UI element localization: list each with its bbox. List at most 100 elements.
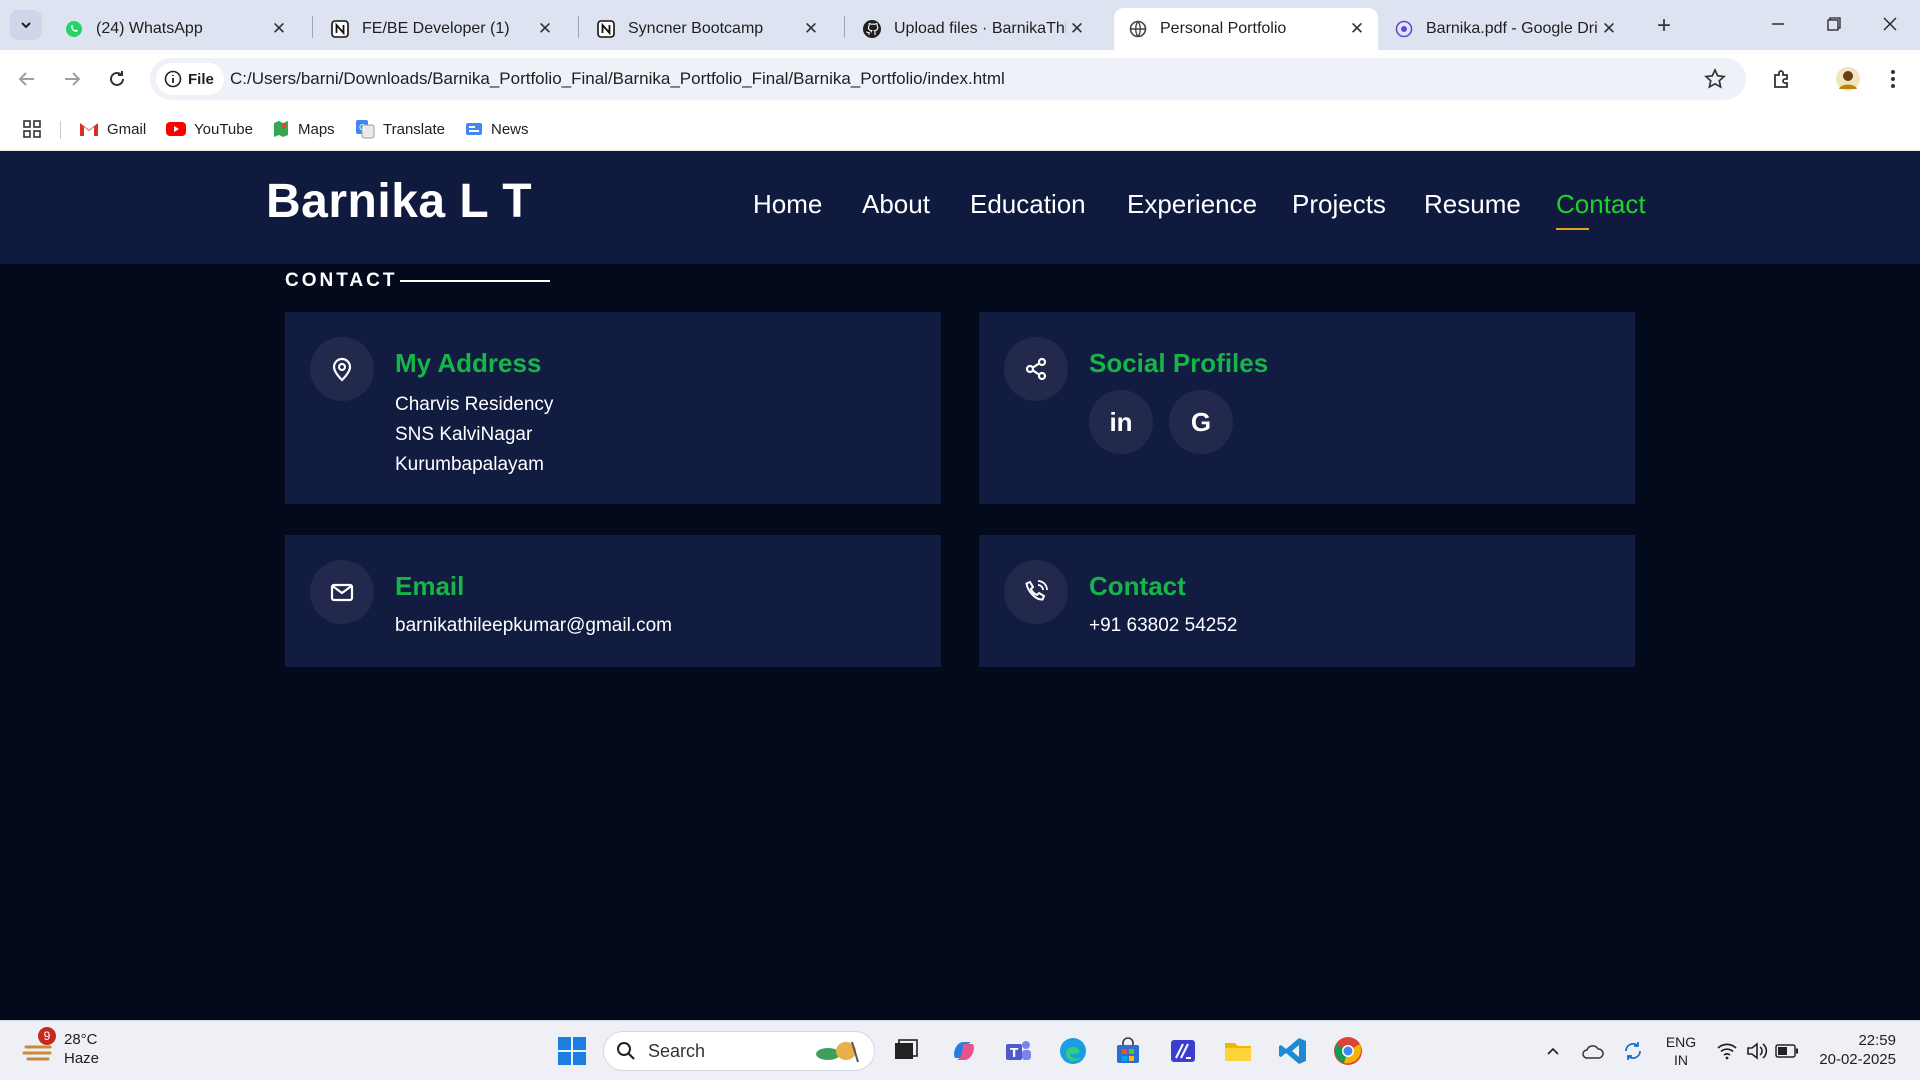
close-icon[interactable]: ✕ <box>268 18 290 40</box>
language-indicator[interactable]: ENG IN <box>1660 1031 1702 1071</box>
location-pin-icon <box>310 337 374 401</box>
edge-app[interactable] <box>1053 1031 1093 1071</box>
tab-personal-portfolio[interactable]: Personal Portfolio ✕ <box>1114 8 1378 50</box>
arrow-right-icon <box>65 72 81 86</box>
language-region: IN <box>1674 1052 1688 1068</box>
tab-whatsapp[interactable]: (24) WhatsApp ✕ <box>50 8 300 50</box>
extensions-button[interactable] <box>1767 64 1797 94</box>
site-info-chip[interactable]: File <box>156 63 224 95</box>
nav-experience[interactable]: Experience <box>1127 189 1257 220</box>
nav-about[interactable]: About <box>862 189 930 220</box>
translate-icon: G <box>356 120 375 139</box>
address-line: Charvis Residency <box>395 394 554 415</box>
close-icon[interactable]: ✕ <box>534 18 556 40</box>
close-icon[interactable]: ✕ <box>1066 18 1088 40</box>
browser-menu-button[interactable] <box>1878 64 1908 94</box>
nav-resume[interactable]: Resume <box>1424 189 1521 220</box>
system-clock[interactable]: 22:59 20-02-2025 <box>1800 1031 1896 1069</box>
maps-icon <box>274 121 288 137</box>
new-tab-button[interactable]: + <box>1650 12 1678 40</box>
address-bar[interactable]: File C:/Users/barni/Downloads/Barnika_Po… <box>150 58 1746 100</box>
tab-strip: (24) WhatsApp ✕ FE/BE Developer (1) ✕ Sy… <box>0 0 1920 50</box>
kebab-menu-icon <box>1891 70 1895 88</box>
tab-syncner-bootcamp[interactable]: Syncner Bootcamp ✕ <box>582 8 832 50</box>
battery-tray[interactable] <box>1772 1031 1802 1071</box>
share-icon <box>1004 337 1068 401</box>
bookmark-maps[interactable]: Maps <box>272 116 335 142</box>
google-icon[interactable]: G <box>1169 390 1233 454</box>
tab-title: (24) WhatsApp <box>96 20 203 37</box>
reload-icon <box>110 71 124 86</box>
start-button[interactable] <box>552 1031 592 1071</box>
bookmarks-bar: Gmail YouTube Maps G Translate News <box>0 108 1920 151</box>
file-explorer-app[interactable] <box>1218 1031 1258 1071</box>
tab-google-drive[interactable]: Barnika.pdf - Google Drive ✕ <box>1380 8 1630 50</box>
tab-github-upload[interactable]: Upload files · BarnikaThileepKumar ✕ <box>848 8 1098 50</box>
nav-projects[interactable]: Projects <box>1292 189 1386 220</box>
bookmark-gmail[interactable]: Gmail <box>79 116 146 142</box>
battery-icon <box>1775 1044 1798 1058</box>
vscode-icon <box>1279 1038 1306 1064</box>
apps-button[interactable] <box>22 116 42 142</box>
bookmark-youtube[interactable]: YouTube <box>166 116 253 142</box>
social-profiles-card: Social Profiles in G <box>979 312 1635 504</box>
onedrive-tray[interactable] <box>1578 1031 1608 1071</box>
app-icon <box>1171 1040 1195 1062</box>
dev-app[interactable] <box>1163 1031 1203 1071</box>
profile-avatar[interactable] <box>1833 64 1863 94</box>
sync-tray[interactable] <box>1618 1031 1648 1071</box>
active-nav-indicator <box>1556 228 1589 230</box>
chevron-up-icon <box>1547 1047 1559 1055</box>
apps-grid-icon <box>23 120 41 138</box>
copilot-icon <box>954 1042 974 1060</box>
whatsapp-icon <box>64 19 84 39</box>
tab-fe-be-developer[interactable]: FE/BE Developer (1) ✕ <box>316 8 566 50</box>
wifi-icon <box>1717 1043 1737 1060</box>
restore-button[interactable] <box>1806 0 1862 48</box>
copilot-app[interactable] <box>944 1031 984 1071</box>
show-hidden-icons-button[interactable] <box>1538 1031 1568 1071</box>
vscode-app[interactable] <box>1273 1031 1313 1071</box>
svg-text:T: T <box>1010 1046 1019 1060</box>
email-link[interactable]: barnikathileepkumar@gmail.com <box>395 615 672 637</box>
weather-widget[interactable]: 9 28°C Haze <box>20 1027 100 1069</box>
tab-separator <box>312 16 313 38</box>
nav-home[interactable]: Home <box>753 189 822 220</box>
window-close-button[interactable] <box>1862 0 1918 48</box>
bookmark-translate[interactable]: G Translate <box>355 116 445 142</box>
close-icon[interactable]: ✕ <box>1346 18 1368 40</box>
bookmarks-separator <box>60 121 61 139</box>
wifi-tray[interactable] <box>1712 1031 1742 1071</box>
bookmark-star-icon[interactable] <box>1704 67 1726 95</box>
back-button[interactable] <box>12 64 42 94</box>
taskbar-search[interactable]: Search <box>603 1031 875 1071</box>
bookmark-label: News <box>491 120 529 138</box>
url-text[interactable]: C:/Users/barni/Downloads/Barnika_Portfol… <box>230 69 1005 89</box>
forward-button[interactable] <box>57 64 87 94</box>
reload-button[interactable] <box>102 64 132 94</box>
teams-app[interactable]: T <box>998 1031 1038 1071</box>
svg-text:G: G <box>359 123 365 132</box>
phone-link[interactable]: +91 63802 54252 <box>1089 615 1237 637</box>
clock-date: 20-02-2025 <box>1819 1051 1896 1068</box>
linkedin-icon[interactable]: in <box>1089 390 1153 454</box>
chrome-app[interactable] <box>1328 1031 1368 1071</box>
close-icon[interactable]: ✕ <box>800 18 822 40</box>
task-view-button[interactable] <box>886 1031 926 1071</box>
windows-logo-icon <box>558 1037 586 1065</box>
close-icon[interactable]: ✕ <box>1598 18 1620 40</box>
tab-search-button[interactable] <box>10 10 42 40</box>
store-app[interactable] <box>1108 1031 1148 1071</box>
tab-separator <box>844 16 845 38</box>
bookmark-label: YouTube <box>194 120 253 138</box>
weather-condition: Haze <box>64 1050 100 1067</box>
nav-education[interactable]: Education <box>970 189 1086 220</box>
volume-tray[interactable] <box>1742 1031 1772 1071</box>
nav-contact[interactable]: Contact <box>1556 189 1646 220</box>
site-logo[interactable]: Barnika L T <box>266 174 532 229</box>
bookmark-label: Maps <box>298 120 335 138</box>
contact-title: Contact <box>1089 571 1186 601</box>
minimize-button[interactable] <box>1750 0 1806 48</box>
bookmark-news[interactable]: News <box>465 116 529 142</box>
youtube-icon <box>166 122 186 136</box>
